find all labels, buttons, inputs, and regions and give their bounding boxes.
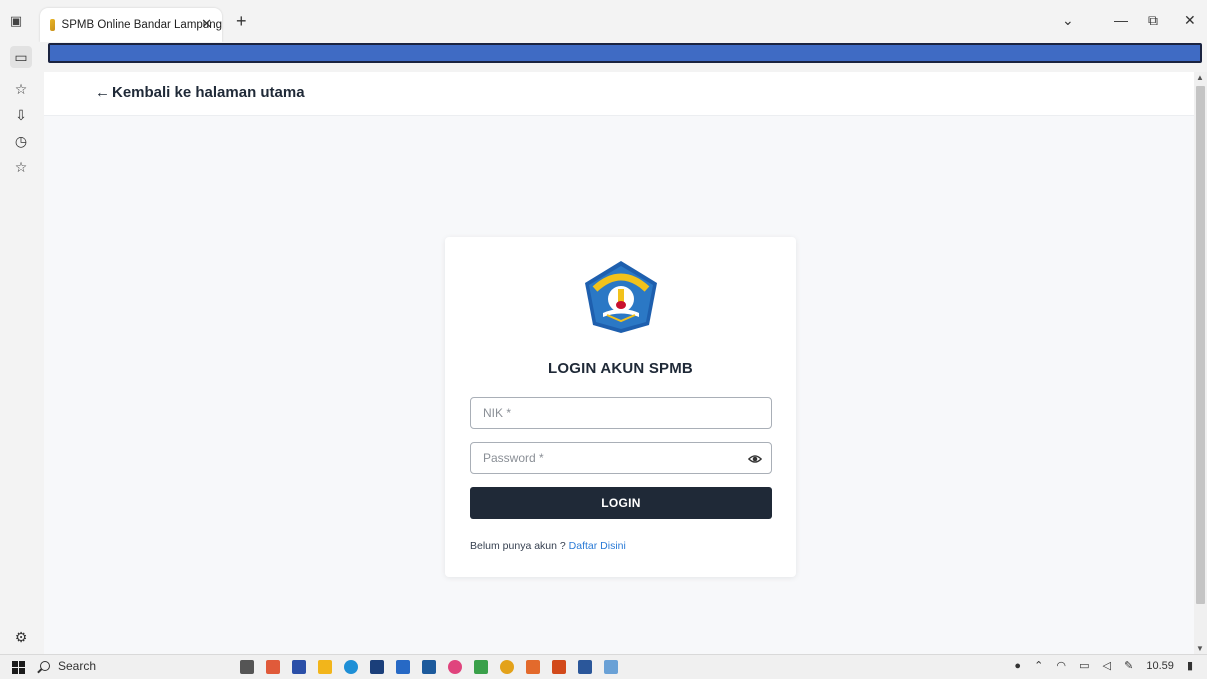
app-icon[interactable] bbox=[370, 660, 384, 674]
notification-icon[interactable]: ▮ bbox=[1187, 660, 1193, 672]
task-view-icon[interactable] bbox=[240, 660, 254, 674]
settings-icon[interactable]: ⚙ bbox=[10, 626, 32, 648]
nik-input[interactable] bbox=[471, 398, 771, 428]
taskbar-search[interactable]: Search bbox=[40, 659, 96, 673]
app-icon[interactable] bbox=[526, 660, 540, 674]
app-icon[interactable] bbox=[396, 660, 410, 674]
address-bar-redaction bbox=[48, 43, 1202, 63]
app-icon[interactable] bbox=[448, 660, 462, 674]
battery-icon[interactable]: ▭ bbox=[1079, 660, 1089, 672]
tab-title: SPMB Online Bandar Lampung bbox=[61, 19, 222, 31]
clock[interactable]: 10.59 bbox=[1146, 660, 1174, 672]
scroll-up-icon[interactable]: ▲ bbox=[1196, 73, 1204, 82]
browser-sidebar: ▭ ☆ ⇩ ◷ ☆ ⚙ bbox=[0, 42, 44, 654]
page-header: ← Kembali ke halaman utama bbox=[44, 72, 1194, 116]
star-icon[interactable]: ☆ bbox=[10, 156, 32, 178]
tab-list-icon[interactable]: ⌄ bbox=[1062, 12, 1074, 29]
register-link[interactable]: Daftar Disini bbox=[569, 540, 626, 552]
page-scrollbar[interactable]: ▲ ▼ bbox=[1194, 72, 1207, 654]
history-icon[interactable]: ◷ bbox=[10, 130, 32, 152]
file-explorer-icon[interactable] bbox=[318, 660, 332, 674]
wifi-icon[interactable]: ◠ bbox=[1056, 660, 1066, 672]
tut-wuri-handayani-logo bbox=[585, 261, 657, 333]
eye-icon[interactable] bbox=[748, 452, 762, 466]
address-bar[interactable] bbox=[44, 42, 1207, 72]
word-icon[interactable] bbox=[578, 660, 592, 674]
windows-start-icon[interactable] bbox=[12, 661, 25, 674]
pen-icon[interactable]: ✎ bbox=[1124, 660, 1133, 672]
app-icon[interactable] bbox=[474, 660, 488, 674]
windows-taskbar: Search ● ⌃ ◠ ▭ ◁ ✎ 10.59 ▮ bbox=[0, 654, 1207, 679]
app-icon[interactable] bbox=[604, 660, 618, 674]
app-icon[interactable] bbox=[266, 660, 280, 674]
chrome-icon[interactable] bbox=[500, 660, 514, 674]
web-page: ← Kembali ke halaman utama LOGIN AKUN SPM… bbox=[44, 72, 1194, 654]
tray-help-icon[interactable]: ● bbox=[1014, 660, 1021, 672]
taskbar-search-label: Search bbox=[58, 659, 97, 673]
tab-favicon-icon bbox=[50, 19, 55, 31]
app-icon[interactable] bbox=[552, 660, 566, 674]
login-card: LOGIN AKUN SPMB LOGIN Belum punya akun ?… bbox=[445, 237, 796, 577]
password-input[interactable] bbox=[471, 443, 771, 473]
new-tab-button[interactable]: + bbox=[236, 12, 247, 30]
collections-icon[interactable]: ▣ bbox=[8, 13, 24, 29]
volume-icon[interactable]: ◁ bbox=[1103, 660, 1111, 672]
edge-icon[interactable] bbox=[344, 660, 358, 674]
search-icon bbox=[40, 661, 50, 671]
sidebar-toggle-icon[interactable]: ▭ bbox=[10, 46, 32, 68]
close-window-button[interactable]: ✕ bbox=[1184, 12, 1196, 29]
password-field[interactable] bbox=[470, 442, 772, 474]
downloads-icon[interactable]: ⇩ bbox=[10, 104, 32, 126]
favorites-icon[interactable]: ☆ bbox=[10, 78, 32, 100]
browser-tab-bar: ▣ SPMB Online Bandar Lampung ✕ + ⌄ — ⧉ ✕ bbox=[0, 0, 1207, 42]
scroll-down-icon[interactable]: ▼ bbox=[1196, 644, 1204, 653]
app-icon[interactable] bbox=[422, 660, 436, 674]
tray-chevron-icon[interactable]: ⌃ bbox=[1034, 660, 1043, 672]
register-prompt: Belum punya akun ? Daftar Disini bbox=[470, 540, 626, 552]
login-title: LOGIN AKUN SPMB bbox=[548, 360, 693, 377]
app-icon[interactable] bbox=[292, 660, 306, 674]
nik-field[interactable] bbox=[470, 397, 772, 429]
system-tray: ● ⌃ ◠ ▭ ◁ ✎ 10.59 ▮ bbox=[1004, 659, 1193, 672]
browser-tab[interactable]: SPMB Online Bandar Lampung ✕ bbox=[40, 8, 222, 42]
minimize-button[interactable]: — bbox=[1114, 12, 1128, 28]
back-to-home-link[interactable]: ← Kembali ke halaman utama bbox=[95, 84, 305, 101]
login-button[interactable]: LOGIN bbox=[470, 487, 772, 519]
scroll-thumb[interactable] bbox=[1196, 86, 1205, 604]
back-arrow-icon: ← bbox=[95, 84, 110, 101]
register-prompt-text: Belum punya akun ? bbox=[470, 540, 569, 552]
back-link-label: Kembali ke halaman utama bbox=[112, 84, 305, 101]
restore-button[interactable]: ⧉ bbox=[1148, 12, 1158, 29]
tab-close-icon[interactable]: ✕ bbox=[201, 16, 212, 32]
